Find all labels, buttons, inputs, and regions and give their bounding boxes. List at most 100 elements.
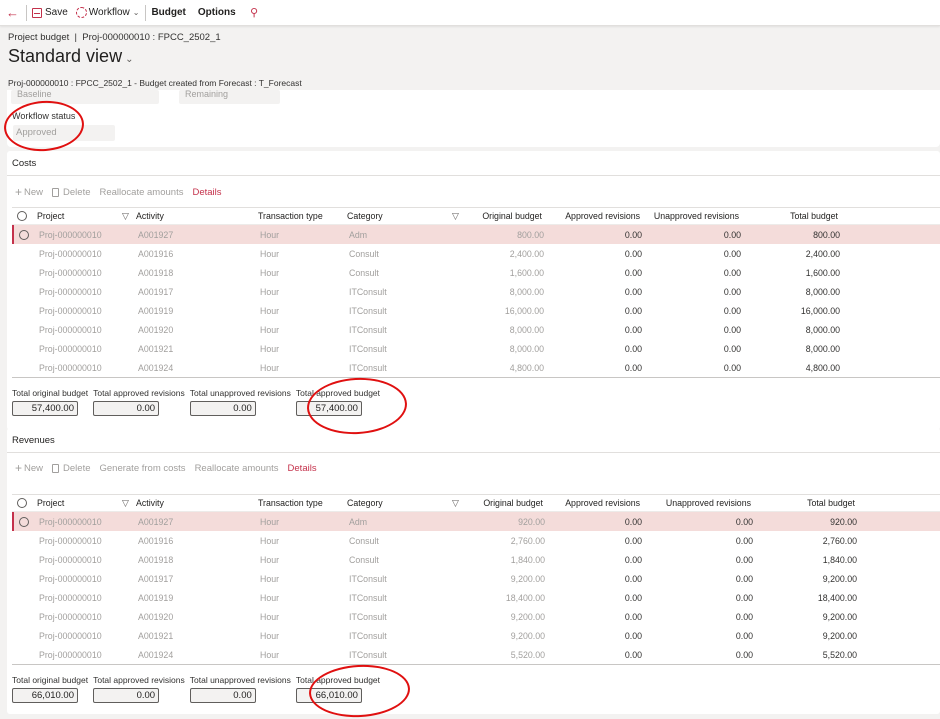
col-category[interactable]: Category	[347, 498, 452, 508]
col-approved-revisions[interactable]: Approved revisions	[543, 498, 640, 508]
cell-category[interactable]: ITConsult	[349, 363, 454, 373]
cell-approved-revisions[interactable]: 0.00	[545, 593, 642, 603]
cell-transaction-type[interactable]: Hour	[260, 230, 349, 240]
revenues-reallocate-button[interactable]: Reallocate amounts	[195, 463, 279, 474]
total-value-field[interactable]: 66,010.00	[295, 688, 362, 703]
cell-total-budget[interactable]: 4,800.00	[741, 363, 840, 373]
cell-total-budget[interactable]: 800.00	[741, 230, 840, 240]
cell-transaction-type[interactable]: Hour	[260, 536, 349, 546]
cell-activity[interactable]: A001921	[138, 344, 260, 354]
cell-project[interactable]: Proj-000000010	[34, 344, 124, 354]
costs-reallocate-button[interactable]: Reallocate amounts	[100, 187, 184, 198]
table-row[interactable]: Proj-000000010 A001918 Hour Consult 1,600.00…	[12, 263, 940, 282]
total-value-field[interactable]: 0.00	[93, 401, 160, 416]
cell-unapproved-revisions[interactable]: 0.00	[642, 249, 741, 259]
cell-project[interactable]: Proj-000000010	[34, 230, 124, 240]
cell-approved-revisions[interactable]: 0.00	[544, 325, 642, 335]
cell-category[interactable]: Consult	[349, 268, 454, 278]
table-row[interactable]: Proj-000000010 A001919 Hour ITConsult 16,000…	[12, 301, 940, 320]
cell-original-budget[interactable]: 2,400.00	[468, 249, 544, 259]
cell-activity[interactable]: A001918	[138, 268, 260, 278]
cell-activity[interactable]: A001917	[138, 574, 260, 584]
save-button[interactable]: Save	[32, 0, 68, 26]
cell-transaction-type[interactable]: Hour	[260, 287, 349, 297]
cell-category[interactable]: ITConsult	[349, 593, 454, 603]
total-value-field[interactable]: 0.00	[189, 688, 256, 703]
table-row[interactable]: Proj-000000010 A001916 Hour Consult 2,400.00…	[12, 244, 940, 263]
select-all-radio[interactable]	[12, 211, 32, 221]
cell-unapproved-revisions[interactable]: 0.00	[642, 363, 741, 373]
cell-unapproved-revisions[interactable]: 0.00	[642, 287, 741, 297]
cell-transaction-type[interactable]: Hour	[260, 268, 349, 278]
cell-category[interactable]: ITConsult	[349, 287, 454, 297]
cell-activity[interactable]: A001919	[138, 306, 260, 316]
cell-transaction-type[interactable]: Hour	[260, 631, 349, 641]
col-project[interactable]: Project	[32, 211, 122, 221]
cell-unapproved-revisions[interactable]: 0.00	[642, 536, 753, 546]
cell-approved-revisions[interactable]: 0.00	[544, 249, 642, 259]
cell-unapproved-revisions[interactable]: 0.00	[642, 593, 753, 603]
col-unapproved-revisions[interactable]: Unapproved revisions	[640, 211, 739, 221]
cell-project[interactable]: Proj-000000010	[34, 249, 124, 259]
cell-original-budget[interactable]: 800.00	[468, 230, 544, 240]
cell-project[interactable]: Proj-000000010	[34, 650, 124, 660]
cell-unapproved-revisions[interactable]: 0.00	[642, 631, 753, 641]
cell-original-budget[interactable]: 5,520.00	[468, 650, 545, 660]
cell-original-budget[interactable]: 1,600.00	[468, 268, 544, 278]
table-row[interactable]: Proj-000000010 A001916 Hour Consult 2,760.00…	[12, 531, 940, 550]
cell-transaction-type[interactable]: Hour	[260, 325, 349, 335]
table-row[interactable]: Proj-000000010 A001924 Hour ITConsult 5,520.…	[12, 645, 940, 664]
total-value-field[interactable]: 66,010.00	[12, 688, 78, 703]
cell-transaction-type[interactable]: Hour	[260, 555, 349, 565]
cell-total-budget[interactable]: 1,600.00	[741, 268, 840, 278]
cell-activity[interactable]: A001918	[138, 555, 260, 565]
cell-approved-revisions[interactable]: 0.00	[544, 230, 642, 240]
cell-original-budget[interactable]: 2,760.00	[468, 536, 545, 546]
cell-total-budget[interactable]: 2,400.00	[741, 249, 840, 259]
cell-transaction-type[interactable]: Hour	[260, 574, 349, 584]
table-row[interactable]: Proj-000000010 A001921 Hour ITConsult 8,000.…	[12, 339, 940, 358]
cell-activity[interactable]: A001924	[138, 363, 260, 373]
cell-original-budget[interactable]: 8,000.00	[468, 287, 544, 297]
budget-menu[interactable]: Budget	[151, 0, 185, 26]
cell-activity[interactable]: A001920	[138, 325, 260, 335]
cell-category[interactable]: Adm	[349, 230, 454, 240]
cell-total-budget[interactable]: 2,760.00	[753, 536, 857, 546]
cell-activity[interactable]: A001919	[138, 593, 260, 603]
cell-approved-revisions[interactable]: 0.00	[545, 555, 642, 565]
back-arrow-icon[interactable]: ←	[6, 0, 20, 26]
cell-total-budget[interactable]: 1,840.00	[753, 555, 857, 565]
cell-transaction-type[interactable]: Hour	[260, 650, 349, 660]
cell-approved-revisions[interactable]: 0.00	[545, 517, 642, 527]
cell-unapproved-revisions[interactable]: 0.00	[642, 230, 741, 240]
cell-unapproved-revisions[interactable]: 0.00	[642, 306, 741, 316]
total-value-field[interactable]: 0.00	[93, 688, 160, 703]
cell-unapproved-revisions[interactable]: 0.00	[642, 612, 753, 622]
cell-unapproved-revisions[interactable]: 0.00	[642, 650, 753, 660]
cell-approved-revisions[interactable]: 0.00	[545, 612, 642, 622]
table-row[interactable]: Proj-000000010 A001927 Hour Adm 920.00 0.00 0.…	[12, 512, 940, 531]
col-approved-revisions[interactable]: Approved revisions	[542, 211, 640, 221]
cell-total-budget[interactable]: 8,000.00	[741, 344, 840, 354]
total-value-field[interactable]: 0.00	[189, 401, 256, 416]
total-value-field[interactable]: 57,400.00	[12, 401, 78, 416]
cell-original-budget[interactable]: 4,800.00	[468, 363, 544, 373]
filter-icon[interactable]: ▽	[122, 498, 136, 509]
cell-project[interactable]: Proj-000000010	[34, 593, 124, 603]
cell-original-budget[interactable]: 16,000.00	[468, 306, 544, 316]
costs-section-title[interactable]: Costs	[12, 158, 36, 169]
cell-category[interactable]: ITConsult	[349, 306, 454, 316]
cell-activity[interactable]: A001924	[138, 650, 260, 660]
cell-activity[interactable]: A001916	[138, 536, 260, 546]
cell-total-budget[interactable]: 9,200.00	[753, 631, 857, 641]
total-value-field[interactable]: 57,400.00	[295, 401, 362, 416]
cell-total-budget[interactable]: 5,520.00	[753, 650, 857, 660]
cell-original-budget[interactable]: 8,000.00	[468, 344, 544, 354]
filter-icon[interactable]: ▽	[452, 211, 466, 222]
filter-icon[interactable]: ▽	[452, 498, 466, 509]
cell-original-budget[interactable]: 8,000.00	[468, 325, 544, 335]
cell-approved-revisions[interactable]: 0.00	[545, 650, 642, 660]
cell-activity[interactable]: A001916	[138, 249, 260, 259]
cell-original-budget[interactable]: 9,200.00	[468, 612, 545, 622]
cell-project[interactable]: Proj-000000010	[34, 612, 124, 622]
